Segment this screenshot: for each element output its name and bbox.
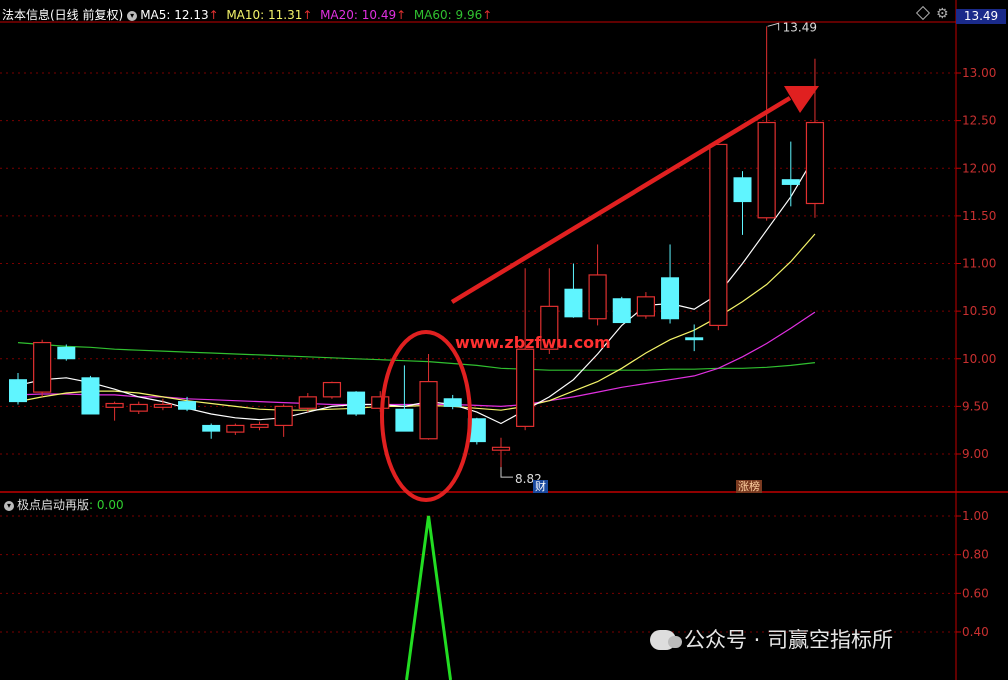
ma20-label: MA20: 10.49 [320, 8, 397, 22]
ma20-line [17, 311, 816, 408]
finance-badge: 财 [533, 480, 548, 493]
site-watermark: www.zbzfwu.com [455, 333, 611, 352]
candle-body [395, 408, 414, 432]
y-tick-label: 13.00 [962, 66, 996, 80]
indicator-name: 极点启动再版 [17, 498, 90, 512]
y-tick-label: 9.00 [962, 447, 989, 461]
candle-body [661, 277, 680, 320]
candle-body [347, 391, 366, 415]
low-pointer [500, 467, 513, 478]
candle-body [178, 401, 197, 410]
sub-y-tick-label: 0.80 [962, 548, 989, 562]
candle-body [757, 121, 776, 219]
y-tick-label: 12.00 [962, 161, 996, 175]
candle-body [636, 296, 656, 317]
candle-body [129, 403, 148, 412]
stock-title: 法本信息(日线 前复权) [2, 8, 124, 22]
candle-body [226, 424, 245, 433]
collapse-icon[interactable]: ▾ [127, 10, 138, 21]
candle-body [274, 405, 293, 427]
ma5-label: MA5: 12.13 [140, 8, 209, 22]
ma10-line [17, 233, 816, 411]
y-tick-label: 12.50 [962, 114, 996, 128]
up-arrow-icon: ↑ [302, 8, 313, 22]
candle-body [564, 288, 583, 318]
gear-icon[interactable]: ⚙ [936, 6, 949, 22]
indicator-value: : 0.00 [89, 498, 124, 512]
candle-body [57, 346, 76, 360]
candle-body [781, 179, 800, 185]
candle-body [298, 396, 317, 409]
wechat-icon [650, 630, 682, 650]
ma60-line [17, 342, 816, 371]
up-arrow-icon: ↑ [396, 8, 407, 22]
candle-body [322, 381, 342, 398]
candle-body [419, 381, 438, 440]
candle-body [516, 348, 535, 427]
sub-y-tick-label: 1.00 [962, 509, 989, 523]
watermark-text: 公众号 · 司赢空指标所 [684, 628, 894, 652]
high-label: 13.49 [783, 20, 817, 34]
candle-body [153, 403, 172, 408]
high-pointer [767, 22, 780, 31]
candle-body [9, 379, 27, 403]
candle-body [443, 398, 462, 407]
candle-body [491, 446, 511, 451]
candle-body [588, 274, 607, 320]
sub-y-tick-label: 0.60 [962, 586, 989, 600]
candle-body [685, 337, 704, 341]
candle-body [250, 423, 269, 428]
y-tick-label: 11.50 [962, 209, 996, 223]
candle-body [81, 377, 100, 415]
candle-body [105, 402, 124, 408]
limit-up-badge: 涨榜 [736, 480, 762, 493]
candle-body [805, 121, 825, 205]
collapse-icon[interactable]: ▾ [4, 500, 14, 511]
candle-body [612, 298, 631, 324]
signal-spike [405, 515, 453, 680]
y-tick-label: 10.00 [962, 352, 996, 366]
y-tick-label: 10.50 [962, 304, 996, 318]
candle-body [733, 177, 752, 203]
ma5-line [17, 155, 816, 425]
ma10-label: MA10: 11.31 [226, 8, 303, 22]
y-tick-label: 11.00 [962, 257, 996, 271]
y-tick-label: 9.50 [962, 399, 989, 413]
wechat-watermark: 公众号 · 司赢空指标所 [650, 624, 893, 654]
indicator-header: ▾ 极点启动再版: 0.00 [0, 496, 124, 513]
current-price-tag: 13.49 [956, 9, 1006, 24]
up-arrow-icon: ↑ [208, 8, 219, 22]
ma60-label: MA60: 9.96 [413, 8, 483, 22]
candlestick-chart: 13.00 12.50 12.00 11.50 11.00 10.50 10.00 9.50 9… [0, 0, 1008, 680]
candle-body [202, 424, 221, 432]
up-arrow-icon: ↑ [482, 8, 493, 22]
candle-body [709, 143, 728, 327]
sub-y-tick-label: 0.40 [962, 625, 989, 639]
candle-body [33, 341, 52, 393]
chart-header: 法本信息(日线 前复权) ▾ MA5: 12.13↑ MA10: 11.31↑ MA… [2, 6, 492, 23]
